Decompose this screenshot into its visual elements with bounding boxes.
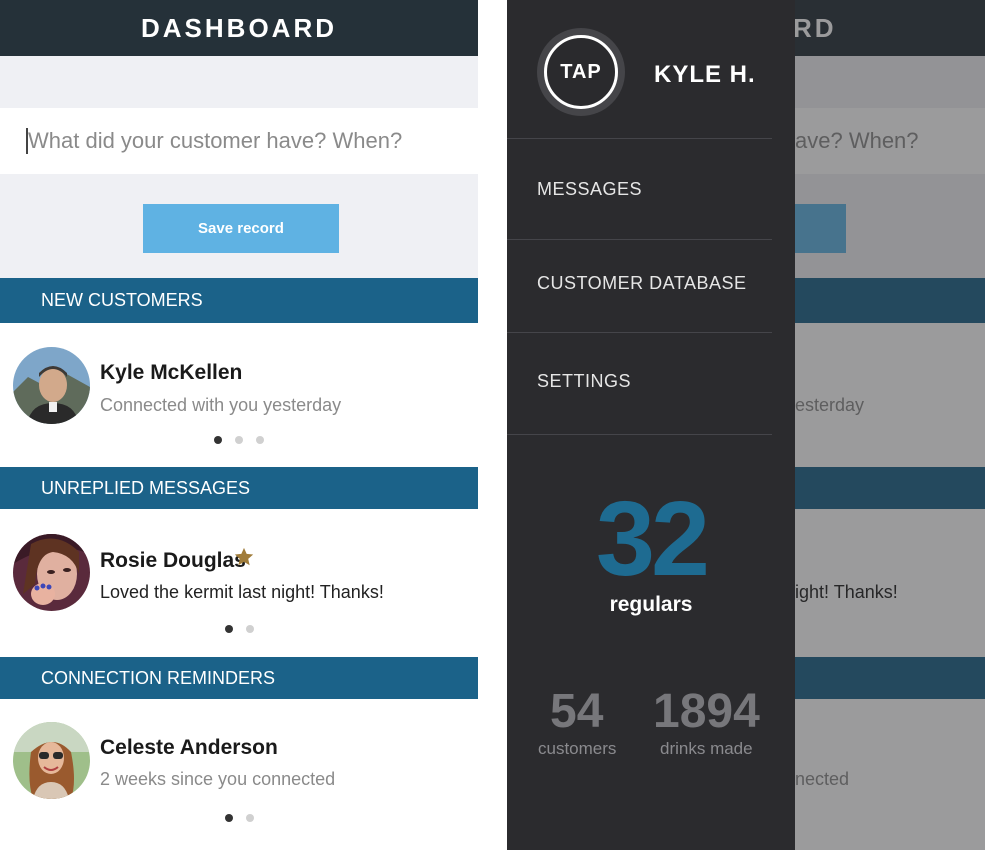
section-header-new-customers: NEW CUSTOMERS bbox=[0, 278, 478, 323]
save-area: Save record bbox=[0, 174, 478, 278]
message-preview: Loved the kermit last night! Thanks! bbox=[100, 582, 384, 602]
customer-name: Celeste Anderson bbox=[100, 736, 278, 759]
unreplied-message-card[interactable]: Rosie Douglas Loved the kermit last nigh… bbox=[0, 509, 478, 657]
carousel-dot[interactable] bbox=[246, 814, 254, 822]
drinks-count: 1894 bbox=[653, 685, 760, 738]
connection-reminder-card[interactable]: Celeste Anderson 2 weeks since you conne… bbox=[0, 699, 478, 850]
customers-count: 54 bbox=[550, 685, 604, 738]
regulars-label: regulars bbox=[609, 593, 693, 616]
customer-name: Kyle McKellen bbox=[100, 361, 243, 384]
carousel-dot[interactable] bbox=[235, 436, 243, 444]
carousel-dot[interactable] bbox=[256, 436, 264, 444]
avatar-celeste bbox=[13, 722, 90, 799]
navigation-drawer: TAP KYLE H. MESSAGES CUSTOMER DATABASE S… bbox=[507, 0, 795, 850]
customer-name: Rosie Douglas bbox=[100, 549, 246, 572]
customer-subtitle: 2 weeks since you connected bbox=[100, 769, 336, 789]
menu-divider bbox=[507, 239, 772, 240]
carousel-dot[interactable] bbox=[225, 625, 233, 633]
customers-label: customers bbox=[538, 739, 617, 758]
menu-divider bbox=[507, 332, 772, 333]
new-customer-card[interactable]: Kyle McKellen Connected with you yesterd… bbox=[0, 323, 478, 467]
carousel-dot[interactable] bbox=[214, 436, 222, 444]
section-header-unreplied-messages: UNREPLIED MESSAGES bbox=[0, 467, 478, 509]
page-title: DASHBOARD bbox=[0, 0, 478, 56]
dashboard-screen: DASHBOARD Save record NEW CUSTOMERS Kyle… bbox=[0, 0, 478, 850]
dashboard-with-drawer: RD ave? When? esterday ight! Thanks! nec… bbox=[507, 0, 985, 850]
record-input[interactable] bbox=[0, 108, 478, 174]
avatar-rosie bbox=[13, 534, 90, 611]
carousel-dot[interactable] bbox=[246, 625, 254, 633]
tap-logo-inner: TAP bbox=[544, 35, 618, 109]
carousel-dots bbox=[225, 625, 254, 633]
user-name[interactable]: KYLE H. bbox=[654, 61, 756, 89]
tap-logo-text: TAP bbox=[560, 60, 602, 83]
regulars-count: 32 bbox=[596, 480, 710, 598]
customer-subtitle: Connected with you yesterday bbox=[100, 395, 342, 415]
drinks-label: drinks made bbox=[660, 739, 753, 758]
carousel-dot[interactable] bbox=[225, 814, 233, 822]
menu-divider bbox=[507, 138, 772, 139]
save-record-button[interactable]: Save record bbox=[143, 204, 339, 253]
star-icon[interactable] bbox=[233, 546, 255, 568]
menu-divider bbox=[507, 434, 772, 435]
menu-item-customer-database[interactable]: CUSTOMER DATABASE bbox=[537, 273, 747, 294]
record-input-row bbox=[0, 108, 478, 174]
carousel-dots bbox=[225, 814, 254, 822]
text-caret bbox=[26, 128, 28, 154]
menu-item-settings[interactable]: SETTINGS bbox=[537, 371, 631, 392]
avatar-kyle bbox=[13, 347, 90, 424]
section-header-connection-reminders: CONNECTION REMINDERS bbox=[0, 657, 478, 699]
tap-logo: TAP bbox=[537, 28, 625, 116]
menu-item-messages[interactable]: MESSAGES bbox=[537, 179, 642, 200]
carousel-dots bbox=[214, 436, 264, 444]
top-spacer bbox=[0, 56, 478, 108]
